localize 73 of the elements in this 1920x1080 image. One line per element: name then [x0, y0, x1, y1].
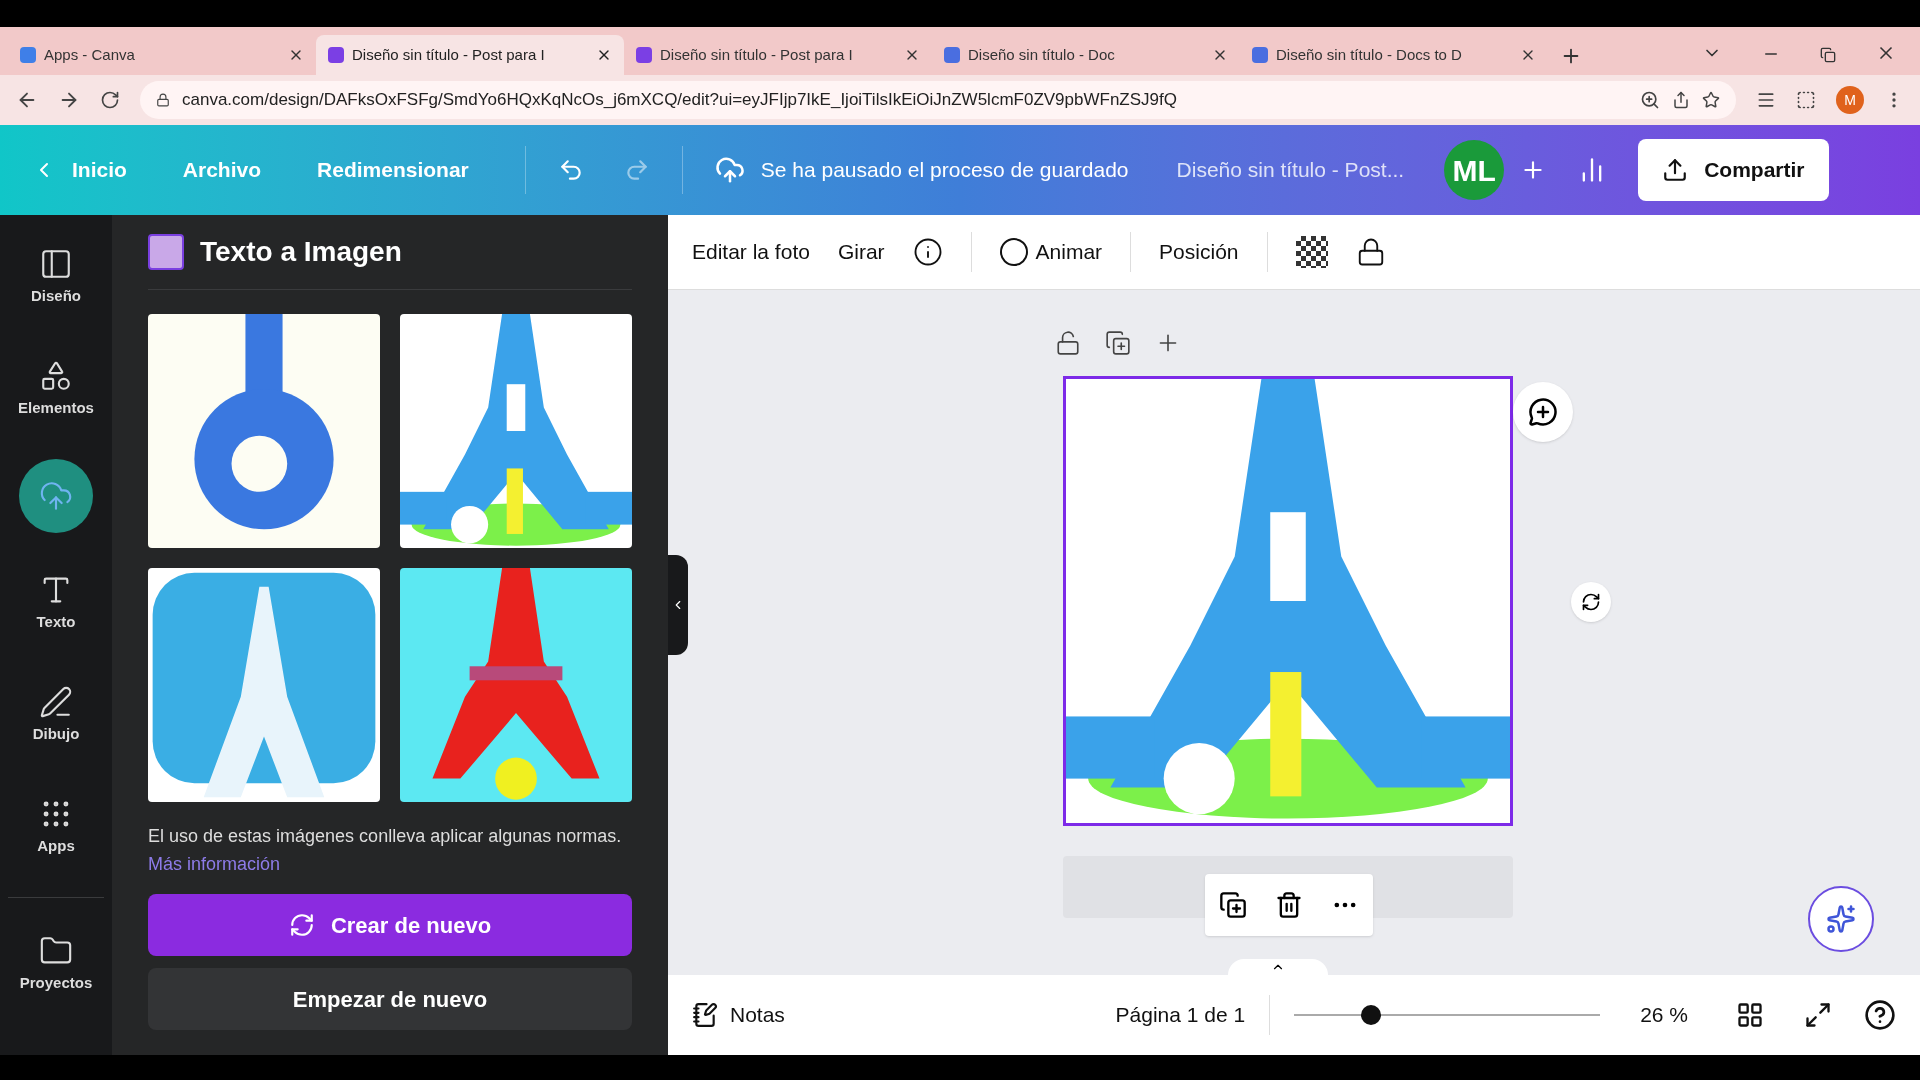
zoom-slider[interactable]	[1294, 1004, 1601, 1026]
share-button[interactable]: Compartir	[1638, 139, 1829, 201]
scroll-up-handle[interactable]	[1228, 959, 1328, 975]
sidebar-icon	[39, 479, 73, 513]
sidebar-item[interactable]: Dibujo	[11, 673, 101, 757]
animate-button[interactable]: Animar	[999, 236, 1103, 268]
browser-tab[interactable]: Diseño sin título - Doc	[932, 35, 1240, 75]
zoom-icon[interactable]	[1640, 90, 1660, 110]
tab-title: Apps - Canva	[44, 44, 136, 65]
delete-icon[interactable]	[1275, 891, 1303, 919]
restore-icon[interactable]	[1820, 47, 1836, 63]
favicon-icon	[20, 47, 36, 63]
slider-thumb[interactable]	[1360, 1005, 1381, 1025]
sparkles-icon	[1826, 904, 1856, 934]
profile-avatar[interactable]: M	[1836, 86, 1864, 114]
position-button[interactable]: Posición	[1159, 236, 1239, 268]
url-text: canva.com/design/DAFksOxFSFg/SmdYo6HQxKqNcOs_j6mXCQ/edit?ui=eyJFIjp7IkE_IjoiTilsIkEiOiJnZW5lcmF0ZV9pbWFnZSJ9fQ	[182, 89, 1178, 112]
page-indicator[interactable]: Página 1 de 1	[1115, 999, 1246, 1031]
cloud-icon	[714, 155, 745, 185]
browser-tab[interactable]: Diseño sin título - Post para I	[624, 35, 932, 75]
comment-icon	[1528, 397, 1558, 427]
tab-title: Diseño sin título - Post para I	[660, 44, 854, 65]
toolbar-button[interactable]: Girar	[837, 236, 885, 268]
panel-title: Texto a Imagen	[200, 235, 402, 269]
rotate-button[interactable]	[1571, 582, 1611, 622]
tab-title: Diseño sin título - Post para I	[352, 44, 546, 65]
favicon-icon	[636, 47, 652, 63]
sidebar-icon	[39, 684, 73, 719]
share-icon	[1662, 157, 1689, 183]
sidebar-item[interactable]: Apps	[11, 785, 101, 869]
animate-icon	[999, 238, 1028, 266]
lock-icon	[156, 93, 170, 107]
browser-tab[interactable]: Apps - Canva	[8, 35, 316, 75]
app-logo-icon	[148, 234, 184, 270]
sidebar-item[interactable]: Diseño	[11, 235, 101, 319]
sidebar-item[interactable]: Texto	[11, 561, 101, 645]
start-over-button[interactable]: Empezar de nuevo	[148, 968, 632, 1030]
tab-title: Diseño sin título - Docs to D	[1276, 44, 1463, 65]
browser-tab[interactable]: Diseño sin título - Post para I	[316, 35, 624, 75]
fullscreen-icon[interactable]	[1804, 1001, 1832, 1029]
queue-icon[interactable]	[1756, 90, 1776, 110]
design-title[interactable]: Diseño sin título - Post...	[1176, 154, 1405, 186]
favicon-icon	[328, 47, 344, 63]
favicon-icon	[1252, 47, 1268, 63]
refresh-icon	[288, 912, 315, 938]
comment-button[interactable]	[1513, 382, 1573, 442]
bookmark-icon[interactable]	[1702, 91, 1720, 109]
zoom-reading[interactable]: 26 %	[1640, 999, 1688, 1031]
notes-icon	[692, 1002, 718, 1028]
side-panel-icon[interactable]	[1796, 90, 1816, 110]
duplicate-icon[interactable]	[1219, 891, 1247, 919]
notes-button[interactable]: Notas	[692, 999, 785, 1031]
reload-icon[interactable]	[100, 90, 120, 110]
collapse-handle[interactable]	[668, 555, 688, 655]
browser-tab[interactable]: Diseño sin título - Docs to D	[1240, 35, 1548, 75]
tab-title: Diseño sin título - Doc	[968, 44, 1116, 65]
rotate-icon	[1581, 592, 1601, 612]
sidebar-item[interactable]: Elementos	[11, 347, 101, 431]
address-bar[interactable]: canva.com/design/DAFksOxFSFg/SmdYo6HQxKqNcOs_j6mXCQ/edit?ui=eyJFIjp7IkE_IjoiTilsIkEiOiJnZW5lcmF0ZV9pbWFnZSJ9fQ	[140, 81, 1736, 119]
toolbar-button[interactable]: Editar la foto	[692, 236, 810, 268]
lock-icon[interactable]	[1055, 330, 1081, 356]
share-icon[interactable]	[1672, 91, 1690, 109]
sidebar-item[interactable]: Proyectos	[11, 922, 101, 1006]
usage-notice: El uso de estas imágenes conlleva aplicar algunas normas. Más información	[148, 825, 623, 876]
user-avatar[interactable]: ML	[1444, 140, 1505, 200]
more-info-link[interactable]: Más información	[148, 854, 281, 874]
info-icon[interactable]	[912, 237, 943, 267]
grid-view-icon[interactable]	[1736, 1001, 1764, 1029]
favicon-icon	[944, 47, 960, 63]
regenerate-button[interactable]: Crear de nuevo	[148, 894, 632, 956]
save-status: Se ha pausado el proceso de guardado	[760, 157, 1129, 184]
duplicate-icon[interactable]	[1105, 330, 1131, 356]
help-icon[interactable]	[1864, 999, 1896, 1031]
